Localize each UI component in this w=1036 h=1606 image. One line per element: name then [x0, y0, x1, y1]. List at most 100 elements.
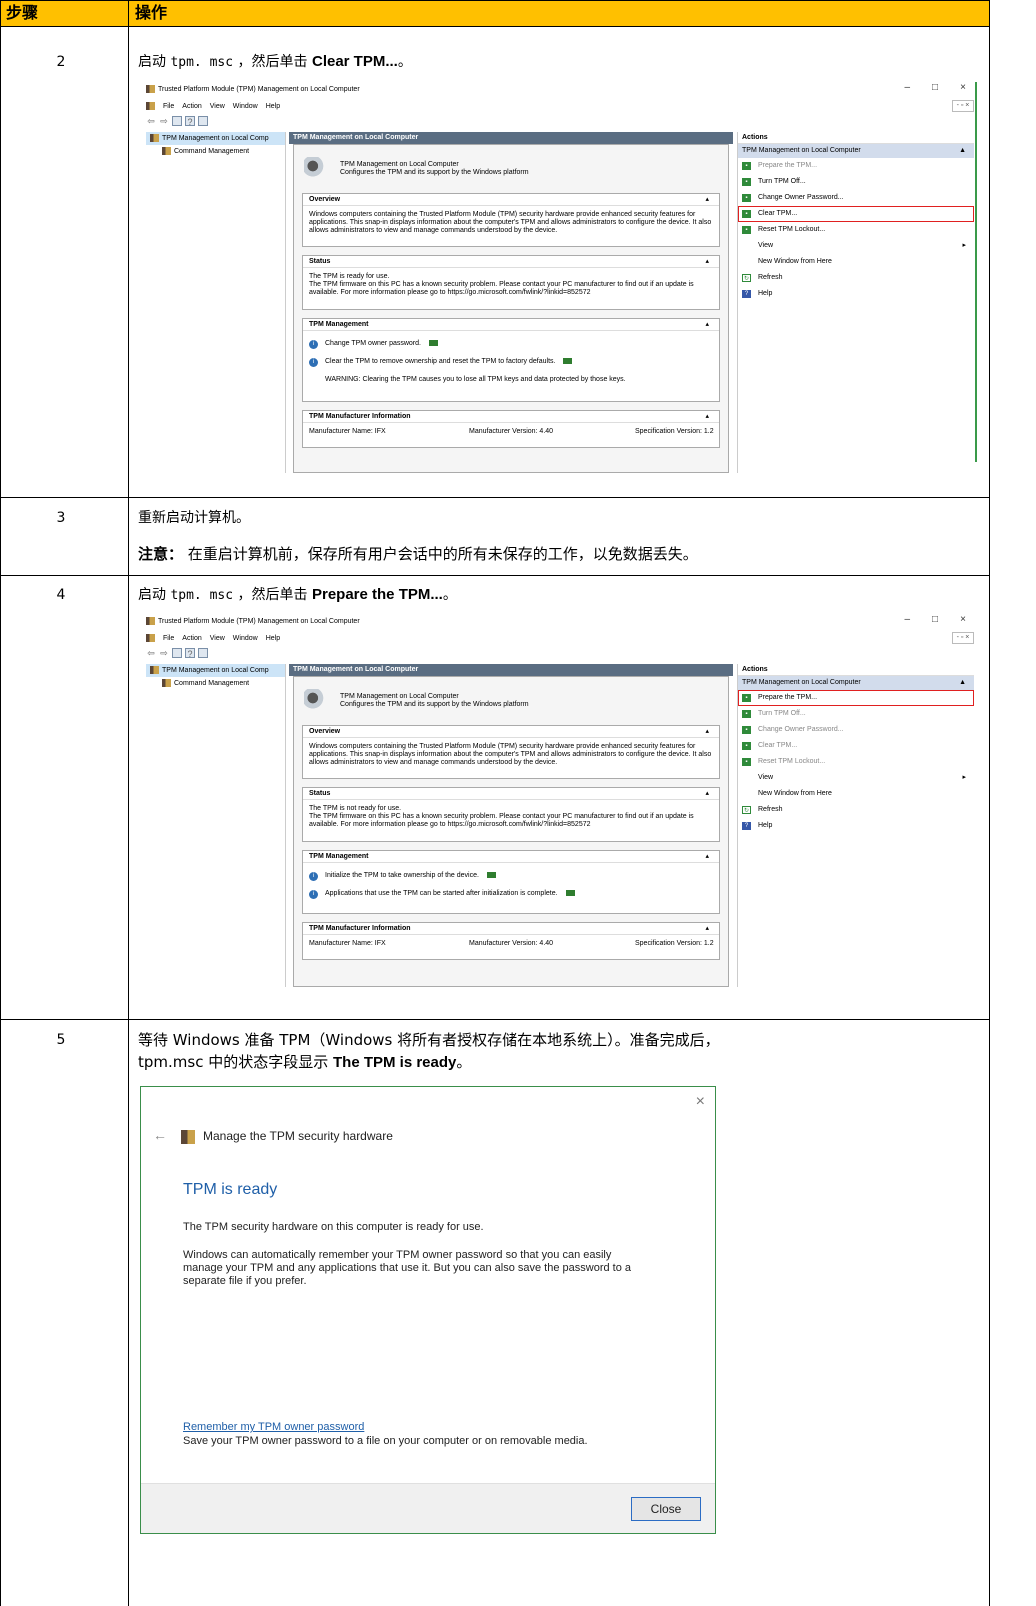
actions-header: Actions: [738, 664, 974, 676]
collapse-icon[interactable]: ▴: [705, 194, 709, 206]
menu-window[interactable]: Window: [233, 635, 258, 642]
section-header[interactable]: TPM Management ▴: [303, 319, 719, 331]
collapse-icon[interactable]: ▲: [959, 676, 966, 690]
go-arrow-icon[interactable]: [563, 358, 573, 365]
info-icon: i: [309, 358, 318, 367]
step-instruction: 等待 Windows 准备 TPM（Windows 将所有者授权存储在本地系统上…: [138, 1031, 720, 1049]
collapse-icon[interactable]: ▴: [705, 851, 709, 863]
go-arrow-icon[interactable]: [486, 872, 496, 879]
close-icon[interactable]: ×: [696, 1093, 705, 1111]
toolbar: ⇦ ⇨?: [146, 648, 211, 660]
action-prepare-tpm[interactable]: ▪ Prepare the TPM...: [738, 158, 974, 174]
menu-help[interactable]: Help: [266, 103, 280, 110]
close-icon[interactable]: ×: [960, 82, 966, 93]
actions-group[interactable]: TPM Management on Local Computer ▲: [738, 144, 974, 158]
overview-text: Windows computers containing the Trusted…: [309, 743, 712, 766]
table-border: [0, 0, 1, 1606]
collapse-icon[interactable]: ▴: [705, 256, 709, 268]
section-header[interactable]: TPM Manufacturer Information ▴: [303, 411, 719, 423]
back-arrow-icon[interactable]: ←: [153, 1127, 167, 1143]
back-arrow-icon[interactable]: ⇦: [146, 648, 156, 658]
action-icon: ▪: [742, 162, 751, 170]
action-prepare-tpm[interactable]: ▪ Prepare the TPM...: [738, 690, 974, 706]
menu-action[interactable]: Action: [182, 103, 201, 110]
action-pane-icon[interactable]: [198, 116, 208, 126]
collapse-icon[interactable]: ▲: [959, 144, 966, 158]
tpm-icon: [150, 666, 159, 675]
action-help[interactable]: ? Help: [738, 818, 974, 834]
window-title: Trusted Platform Module (TPM) Management…: [146, 84, 360, 96]
header-action: 操作: [129, 0, 990, 26]
action-new-window[interactable]: New Window from Here: [738, 254, 974, 270]
maximize-icon[interactable]: □: [932, 82, 938, 93]
forward-arrow-icon[interactable]: ⇨: [159, 116, 169, 126]
minimize-icon[interactable]: –: [904, 82, 910, 93]
action-icon: ▪: [742, 726, 751, 734]
help-icon[interactable]: ?: [185, 648, 195, 659]
action-refresh[interactable]: ↻ Refresh: [738, 802, 974, 818]
menu-file[interactable]: File: [163, 635, 174, 642]
go-arrow-icon[interactable]: [565, 890, 575, 897]
collapse-icon[interactable]: ▴: [705, 788, 709, 800]
tree-item-command-management[interactable]: Command Management: [146, 677, 285, 690]
section-header[interactable]: TPM Management ▴: [303, 851, 719, 863]
menu-file[interactable]: File: [163, 103, 174, 110]
menu-help[interactable]: Help: [266, 635, 280, 642]
menu-window[interactable]: Window: [233, 103, 258, 110]
applications-row: i Applications that use the TPM can be st…: [303, 885, 719, 903]
close-button[interactable]: Close: [631, 1497, 701, 1521]
action-view[interactable]: View ▸: [738, 238, 974, 254]
tpm-management-section: TPM Management ▴ i Change TPM owner passwo…: [302, 318, 720, 402]
action-clear-tpm[interactable]: ▪ Clear TPM...: [738, 206, 974, 222]
action-reset-lockout[interactable]: ▪ Reset TPM Lockout...: [738, 222, 974, 238]
manufacturer-name: Manufacturer Name: IFX: [309, 428, 386, 435]
status-section: Status ▴ The TPM is not ready for use. Th…: [302, 787, 720, 842]
section-header[interactable]: TPM Manufacturer Information ▴: [303, 923, 719, 935]
dialog-heading: TPM is ready: [183, 1181, 278, 1198]
maximize-icon[interactable]: □: [932, 614, 938, 625]
tree-item-tpm-management[interactable]: TPM Management on Local Comp: [146, 664, 285, 677]
section-header[interactable]: Status ▴: [303, 788, 719, 800]
action-change-owner-password[interactable]: ▪ Change Owner Password...: [738, 190, 974, 206]
tree-item-command-management[interactable]: Command Management: [146, 145, 285, 158]
collapse-icon[interactable]: ▴: [705, 319, 709, 331]
forward-arrow-icon[interactable]: ⇨: [159, 648, 169, 658]
close-icon[interactable]: ×: [960, 614, 966, 625]
go-arrow-icon[interactable]: [428, 340, 438, 347]
console-tree-icon[interactable]: [172, 648, 182, 658]
action-help[interactable]: ? Help: [738, 286, 974, 302]
console-tree: TPM Management on Local Comp Command Man…: [146, 132, 286, 473]
action-icon: ▪: [742, 210, 751, 218]
minimize-icon[interactable]: –: [904, 614, 910, 625]
mdi-controls[interactable]: - ▫ ×: [952, 632, 974, 644]
mdi-controls[interactable]: - ▫ ×: [952, 100, 974, 112]
collapse-icon[interactable]: ▴: [705, 726, 709, 738]
collapse-icon[interactable]: ▴: [705, 923, 709, 935]
remember-password-link[interactable]: Remember my TPM owner password: [183, 1421, 364, 1433]
section-header[interactable]: Overview ▴: [303, 194, 719, 206]
menu-action[interactable]: Action: [182, 635, 201, 642]
action-turn-tpm-off[interactable]: ▪ Turn TPM Off...: [738, 174, 974, 190]
action-turn-tpm-off[interactable]: ▪ Turn TPM Off...: [738, 706, 974, 722]
action-change-owner-password[interactable]: ▪ Change Owner Password...: [738, 722, 974, 738]
action-view[interactable]: View ▸: [738, 770, 974, 786]
step-number: 4: [56, 587, 66, 603]
action-pane-icon[interactable]: [198, 648, 208, 658]
menu-view[interactable]: View: [210, 635, 225, 642]
actions-group[interactable]: TPM Management on Local Computer ▲: [738, 676, 974, 690]
section-header[interactable]: Status ▴: [303, 256, 719, 268]
console-tree-icon[interactable]: [172, 116, 182, 126]
back-arrow-icon[interactable]: ⇦: [146, 116, 156, 126]
action-reset-lockout[interactable]: ▪ Reset TPM Lockout...: [738, 754, 974, 770]
collapse-icon[interactable]: ▴: [705, 411, 709, 423]
document-page: 步骤 操作 2 启动 tpm. msc ，然后单击 Clear TPM...。 …: [0, 0, 1036, 1606]
menu-view[interactable]: View: [210, 103, 225, 110]
action-refresh[interactable]: ↻ Refresh: [738, 270, 974, 286]
specification-version: Specification Version: 1.2: [635, 940, 714, 947]
action-new-window[interactable]: New Window from Here: [738, 786, 974, 802]
action-clear-tpm[interactable]: ▪ Clear TPM...: [738, 738, 974, 754]
section-header[interactable]: Overview ▴: [303, 726, 719, 738]
tree-item-tpm-management[interactable]: TPM Management on Local Comp: [146, 132, 285, 145]
info-icon: i: [309, 890, 318, 899]
help-icon[interactable]: ?: [185, 116, 195, 127]
